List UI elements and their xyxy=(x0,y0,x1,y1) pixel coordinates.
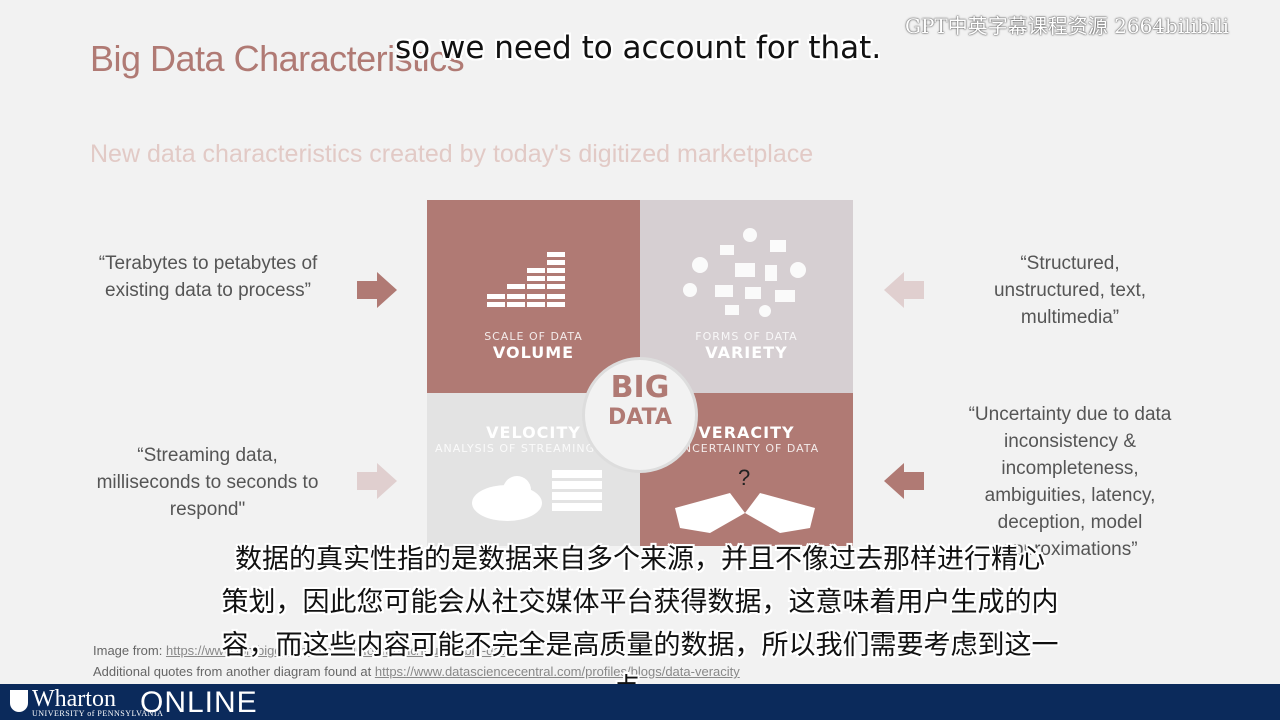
slide-subtitle: New data characteristics created by toda… xyxy=(90,140,814,168)
server-stack-icon xyxy=(487,252,565,307)
penn-shield-icon xyxy=(10,690,28,712)
handshake-icon xyxy=(675,493,815,533)
chinese-subtitle-line: 策划，因此您可能会从社交媒体平台获得数据，这意味着用户生成的内 xyxy=(221,587,1059,618)
big-data-line2: DATA xyxy=(608,405,672,430)
volume-caption: SCALE OF DATA xyxy=(484,330,583,343)
big-data-line1: BIG xyxy=(610,370,670,405)
quote-variety: “Structured, unstructured, text, multime… xyxy=(993,253,1147,328)
watermark: GPT中英字幕课程资源 2664bilibili xyxy=(905,14,1230,38)
volume-label: VOLUME xyxy=(492,343,575,362)
online-logo: ONLINE xyxy=(140,686,258,719)
media-icons-cluster-icon xyxy=(683,228,806,317)
variety-caption: FORMS OF DATA xyxy=(695,330,798,343)
chinese-subtitle-line: 数据的真实性指的是数据来自多个来源，并且不像过去那样进行精心 xyxy=(235,544,1045,575)
quote-velocity: “Streaming data, milliseconds to seconds… xyxy=(96,445,319,520)
english-subtitle: so we need to account for that. xyxy=(395,30,882,66)
cloud-server-icon xyxy=(472,470,602,521)
quote-volume: “Terabytes to petabytes of existing data… xyxy=(98,253,318,301)
big-data-badge: BIG DATA xyxy=(582,357,698,473)
arrow-left-icon xyxy=(884,272,924,308)
arrow-right-icon xyxy=(357,272,397,308)
variety-quadrant: FORMS OF DATA VARIETY xyxy=(640,200,853,393)
chinese-subtitle-line: 容，而这些内容可能不完全是高质量的数据，所以我们需要考虑到这一 xyxy=(221,630,1059,661)
variety-label: VARIETY xyxy=(705,343,788,362)
volume-quadrant: SCALE OF DATA VOLUME xyxy=(427,200,640,393)
arrow-right-icon xyxy=(357,463,397,499)
arrow-left-icon xyxy=(884,463,924,499)
